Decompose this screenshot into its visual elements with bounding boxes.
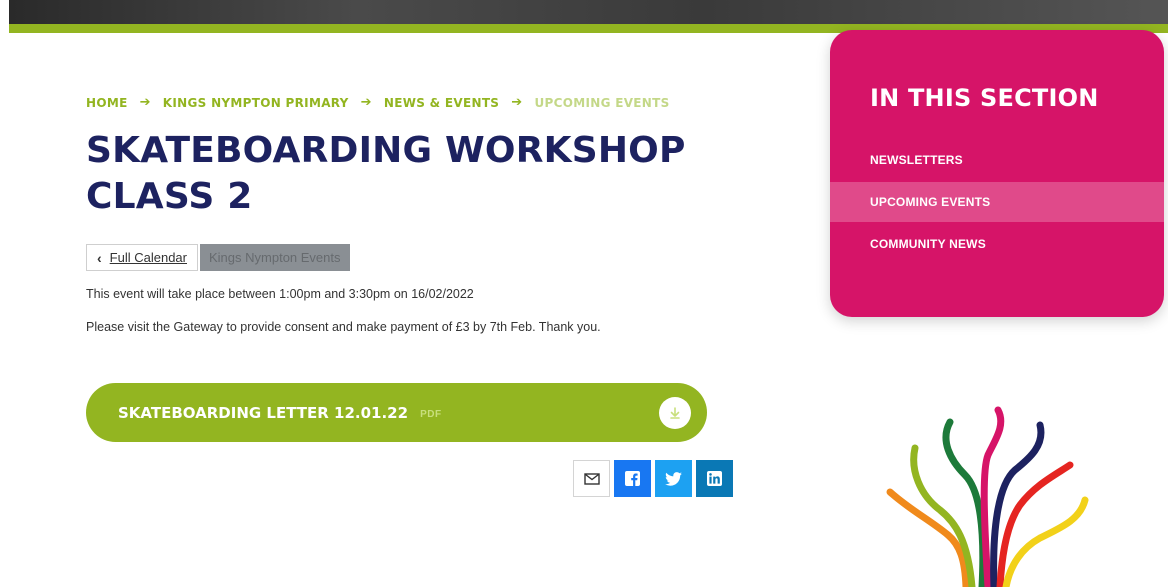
download-file-type: PDF xyxy=(420,408,442,420)
full-calendar-label: Full Calendar xyxy=(109,250,187,265)
sidebar-item-community-news[interactable]: COMMUNITY NEWS xyxy=(830,224,1164,264)
share-buttons xyxy=(573,460,733,497)
twitter-icon xyxy=(665,471,682,486)
download-icon xyxy=(659,397,691,429)
share-twitter-button[interactable] xyxy=(655,460,692,497)
school-tree-logo xyxy=(886,406,1089,587)
share-email-button[interactable] xyxy=(573,460,610,497)
header-banner-image xyxy=(9,0,1168,24)
breadcrumb-news-events[interactable]: NEWS & EVENTS xyxy=(384,96,499,110)
arrow-right-icon: ➔ xyxy=(360,95,372,110)
share-facebook-button[interactable] xyxy=(614,460,651,497)
full-calendar-button[interactable]: ‹ Full Calendar xyxy=(86,244,198,271)
facebook-icon xyxy=(625,471,640,486)
breadcrumb-home[interactable]: HOME xyxy=(86,96,128,110)
linkedin-icon xyxy=(707,471,722,486)
download-title: SKATEBOARDING LETTER 12.01.22 xyxy=(118,403,409,422)
sidebar-item-newsletters[interactable]: NEWSLETTERS xyxy=(830,140,1164,180)
page-title: SKATEBOARDING WORKSHOP CLASS 2 xyxy=(86,130,686,217)
share-linkedin-button[interactable] xyxy=(696,460,733,497)
arrow-right-icon: ➔ xyxy=(139,95,151,110)
arrow-right-icon: ➔ xyxy=(511,95,523,110)
email-icon xyxy=(583,472,600,485)
breadcrumb-current: UPCOMING EVENTS xyxy=(534,95,670,110)
download-letter-button[interactable]: SKATEBOARDING LETTER 12.01.22 PDF xyxy=(86,383,707,442)
section-heading: IN THIS SECTION xyxy=(870,84,1099,112)
in-this-section-panel: IN THIS SECTION NEWSLETTERS UPCOMING EVE… xyxy=(830,30,1164,317)
breadcrumb: HOME ➔ KINGS NYMPTON PRIMARY ➔ NEWS & EV… xyxy=(86,95,670,110)
event-note-text: Please visit the Gateway to provide cons… xyxy=(86,320,601,334)
event-category-tag[interactable]: Kings Nympton Events xyxy=(200,244,350,271)
event-actions: ‹ Full Calendar Kings Nympton Events xyxy=(86,244,350,271)
sidebar-item-upcoming-events[interactable]: UPCOMING EVENTS xyxy=(830,182,1164,222)
event-time-text: This event will take place between 1:00p… xyxy=(86,287,474,301)
breadcrumb-kings-nympton-primary[interactable]: KINGS NYMPTON PRIMARY xyxy=(163,96,349,110)
chevron-left-icon: ‹ xyxy=(97,249,102,266)
